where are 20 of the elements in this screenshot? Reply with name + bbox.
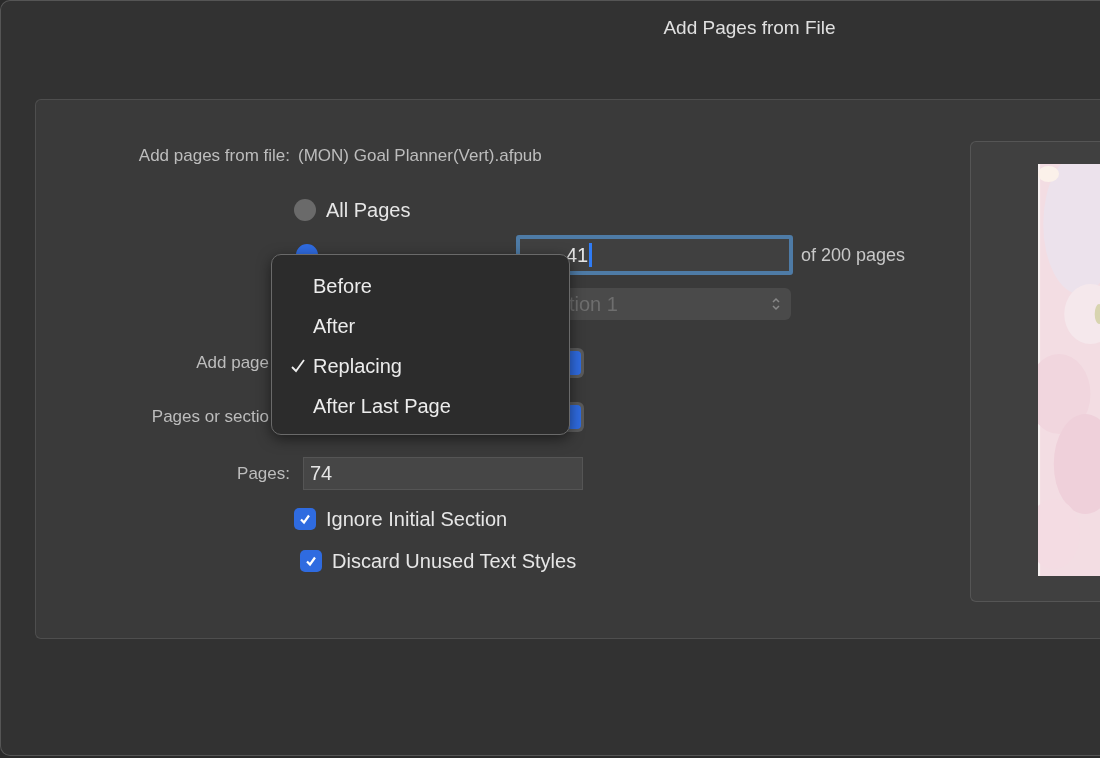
field-label: Pages or sectio xyxy=(150,407,270,427)
source-file-name: (MON) Goal Planner(Vert).afpub xyxy=(298,146,542,166)
pages-field[interactable]: 74 xyxy=(303,457,583,490)
stepper-icon xyxy=(771,296,781,312)
checkbox-label[interactable]: Discard Unused Text Styles xyxy=(332,549,577,573)
checkbox-label[interactable]: Ignore Initial Section xyxy=(326,507,508,531)
menu-item[interactable]: After Last Page xyxy=(272,386,569,426)
field-label: Add page xyxy=(195,353,270,373)
page-count-text: of 200 pages xyxy=(801,244,906,266)
radio-button[interactable] xyxy=(294,199,316,221)
page-numbers-field[interactable]: 41 xyxy=(516,235,793,275)
window-title: Add Pages from File xyxy=(663,17,836,40)
radio-label[interactable]: All Pages xyxy=(326,198,411,222)
field-label: Pages: xyxy=(236,463,290,484)
source-label: Add pages from file: xyxy=(137,146,290,166)
menu-item[interactable]: Replacing xyxy=(272,346,569,386)
checkmark-icon xyxy=(304,554,318,568)
checkbox[interactable] xyxy=(300,550,322,572)
checkmark-icon xyxy=(298,512,312,526)
checkbox[interactable] xyxy=(294,508,316,530)
